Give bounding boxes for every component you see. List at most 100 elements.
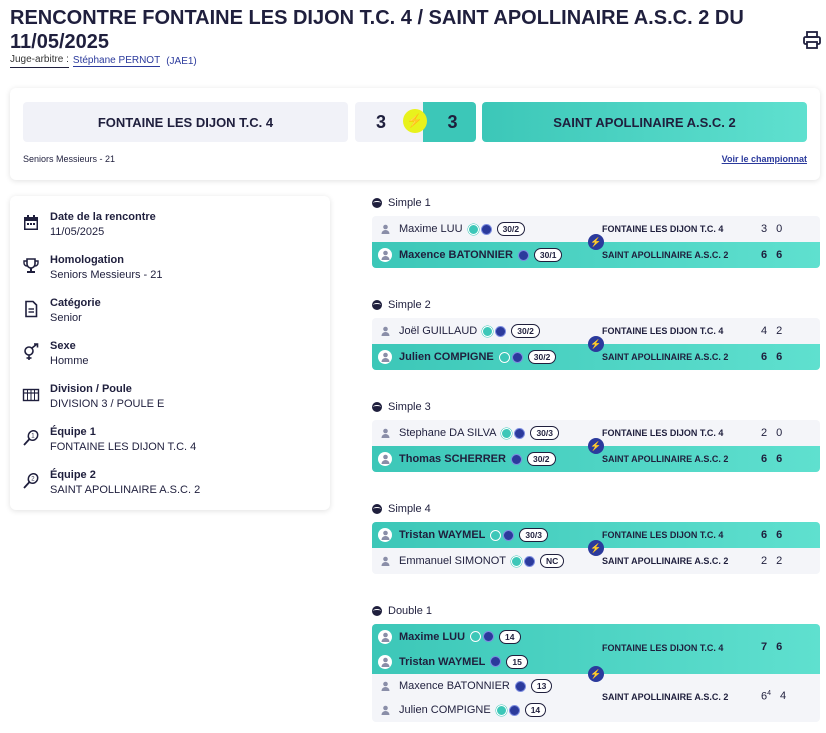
away-team-name[interactable]: SAINT APOLLINAIRE A.S.C. 2	[482, 102, 807, 142]
referee-label: Juge-arbitre :	[10, 54, 69, 68]
set-score: 2	[776, 325, 783, 337]
team-label: FONTAINE LES DIJON T.C. 4	[602, 530, 724, 540]
set-scores: 66	[761, 351, 782, 363]
info-value: Homme	[50, 355, 89, 367]
set-score: 6	[776, 351, 783, 363]
player-name[interactable]: Julien COMPIGNE	[399, 704, 491, 716]
referee-name-link[interactable]: Stéphane PERNOT	[72, 55, 161, 67]
referee-line: Juge-arbitre : Stéphane PERNOT (JAE1)	[10, 54, 197, 68]
lightning-icon: ⚡	[588, 438, 604, 454]
match-simple-2: Simple 2 Joël GUILLAUD 30/2 FONTAINE LES…	[372, 298, 820, 370]
player-name[interactable]: Joël GUILLAUD	[399, 325, 477, 337]
home-team-name[interactable]: FONTAINE LES DIJON T.C. 4	[23, 102, 348, 142]
player-name[interactable]: Tristan WAYMEL	[399, 529, 485, 541]
match-card[interactable]: Joël GUILLAUD 30/2 FONTAINE LES DIJON T.…	[372, 318, 820, 370]
tiebreak-score: 4	[767, 690, 772, 697]
club-badge-icon	[490, 529, 502, 541]
set-score: 6	[761, 249, 768, 261]
person-icon	[378, 528, 392, 542]
info-value: Seniors Messieurs - 21	[50, 269, 163, 281]
player-name[interactable]: Thomas SCHERRER	[399, 453, 506, 465]
set-scores: 66	[761, 249, 782, 261]
tennis-ball-icon	[372, 606, 382, 616]
tennis-ball-icon	[372, 402, 382, 412]
info-value: FONTAINE LES DIJON T.C. 4	[50, 441, 197, 453]
fft-badge-icon	[483, 631, 495, 642]
club-badge-icon	[470, 631, 482, 642]
ranking-badge: 15	[506, 654, 528, 669]
match-title: Simple 1	[388, 197, 431, 209]
match-card[interactable]: Maxime LUU 14 Tristan WAYMEL 15 FONTAINE…	[372, 624, 820, 722]
club-badge-icon	[510, 555, 522, 567]
person-icon	[378, 554, 392, 568]
player-name[interactable]: Maxence BATONNIER	[399, 680, 510, 692]
person-icon	[378, 248, 392, 262]
gender-icon	[24, 343, 39, 360]
match-title: Simple 4	[388, 503, 431, 515]
info-label: Sexe	[50, 340, 76, 352]
match-simple-3: Simple 3 Stephane DA SILVA 30/3 FONTAINE…	[372, 400, 820, 472]
team-label: SAINT APOLLINAIRE A.S.C. 2	[602, 692, 729, 702]
set-score: 6	[776, 249, 783, 261]
player-name[interactable]: Julien COMPIGNE	[399, 351, 494, 363]
info-value: SAINT APOLLINAIRE A.S.C. 2	[50, 484, 201, 496]
person-icon	[378, 426, 392, 440]
set-scores: 64 4	[761, 690, 786, 703]
player-name[interactable]: Maxence BATONNIER	[399, 249, 513, 261]
racket-2-icon: 2	[23, 472, 39, 489]
team-label: SAINT APOLLINAIRE A.S.C. 2	[602, 556, 729, 566]
info-date: Date de la rencontre 11/05/2025	[22, 210, 330, 253]
ranking-badge: 30/2	[526, 452, 556, 466]
ranking-badge: 13	[530, 679, 553, 693]
match-card[interactable]: Stephane DA SILVA 30/3 FONTAINE LES DIJO…	[372, 420, 820, 472]
svg-text:1: 1	[31, 434, 35, 440]
match-info-card: Date de la rencontre 11/05/2025 Homologat…	[10, 196, 330, 510]
document-icon	[25, 300, 38, 318]
match-title: Simple 3	[388, 401, 431, 413]
match-card[interactable]: Maxime LUU 30/2 FONTAINE LES DIJON T.C. …	[372, 216, 820, 268]
ranking-badge: NC	[539, 554, 565, 568]
fft-badge-icon	[510, 453, 522, 465]
team-label: SAINT APOLLINAIRE A.S.C. 2	[602, 454, 729, 464]
info-homologation: Homologation Seniors Messieurs - 21	[22, 253, 330, 296]
trophy-icon	[23, 258, 39, 273]
ranking-badge: 14	[499, 629, 521, 644]
lightning-icon: ⚡	[588, 336, 604, 352]
set-score: 6	[776, 453, 783, 465]
info-division: Division / Poule DIVISION 3 / POULE E	[22, 382, 330, 425]
club-badge-icon	[482, 325, 494, 337]
ranking-badge: 30/2	[511, 324, 540, 338]
fft-badge-icon	[508, 704, 520, 716]
ranking-badge: 30/3	[530, 426, 559, 440]
club-badge-icon	[495, 704, 507, 716]
referee-code: (JAE1)	[166, 55, 197, 67]
set-score: 7	[761, 641, 768, 653]
player-name[interactable]: Emmanuel SIMONOT	[399, 555, 506, 567]
ranking-badge: 30/3	[519, 528, 548, 542]
championship-link[interactable]: Voir le championnat	[722, 154, 807, 164]
set-score: 64	[761, 690, 772, 703]
player-name[interactable]: Maxime LUU	[399, 223, 463, 235]
player-name[interactable]: Tristan WAYMEL	[399, 656, 485, 668]
fft-badge-icon	[517, 249, 529, 261]
lightning-icon: ⚡	[403, 109, 427, 133]
person-icon	[378, 452, 392, 466]
fft-badge-icon	[490, 656, 502, 667]
set-score: 2	[761, 427, 768, 439]
person-icon	[378, 324, 392, 338]
person-icon	[378, 629, 392, 644]
player-name[interactable]: Maxime LUU	[399, 631, 465, 643]
info-label: Équipe 2	[50, 469, 96, 481]
tennis-ball-icon	[372, 198, 382, 208]
match-simple-4: Simple 4 Tristan WAYMEL 30/3 FONTAINE LE…	[372, 502, 820, 574]
tennis-ball-icon	[372, 504, 382, 514]
set-scores: 22	[761, 555, 782, 567]
set-score: 6	[776, 529, 783, 541]
match-title: Double 1	[388, 605, 433, 617]
printer-icon[interactable]	[802, 30, 822, 50]
match-card[interactable]: Tristan WAYMEL 30/3 FONTAINE LES DIJON T…	[372, 522, 820, 574]
set-score: 6	[761, 351, 768, 363]
match-simple-1: Simple 1 Maxime LUU 30/2 FONTAINE LES DI…	[372, 196, 820, 268]
player-name[interactable]: Stephane DA SILVA	[399, 427, 496, 439]
match-double-1: Double 1 Maxime LUU 14 Tristan WAYMEL 15…	[372, 604, 820, 722]
